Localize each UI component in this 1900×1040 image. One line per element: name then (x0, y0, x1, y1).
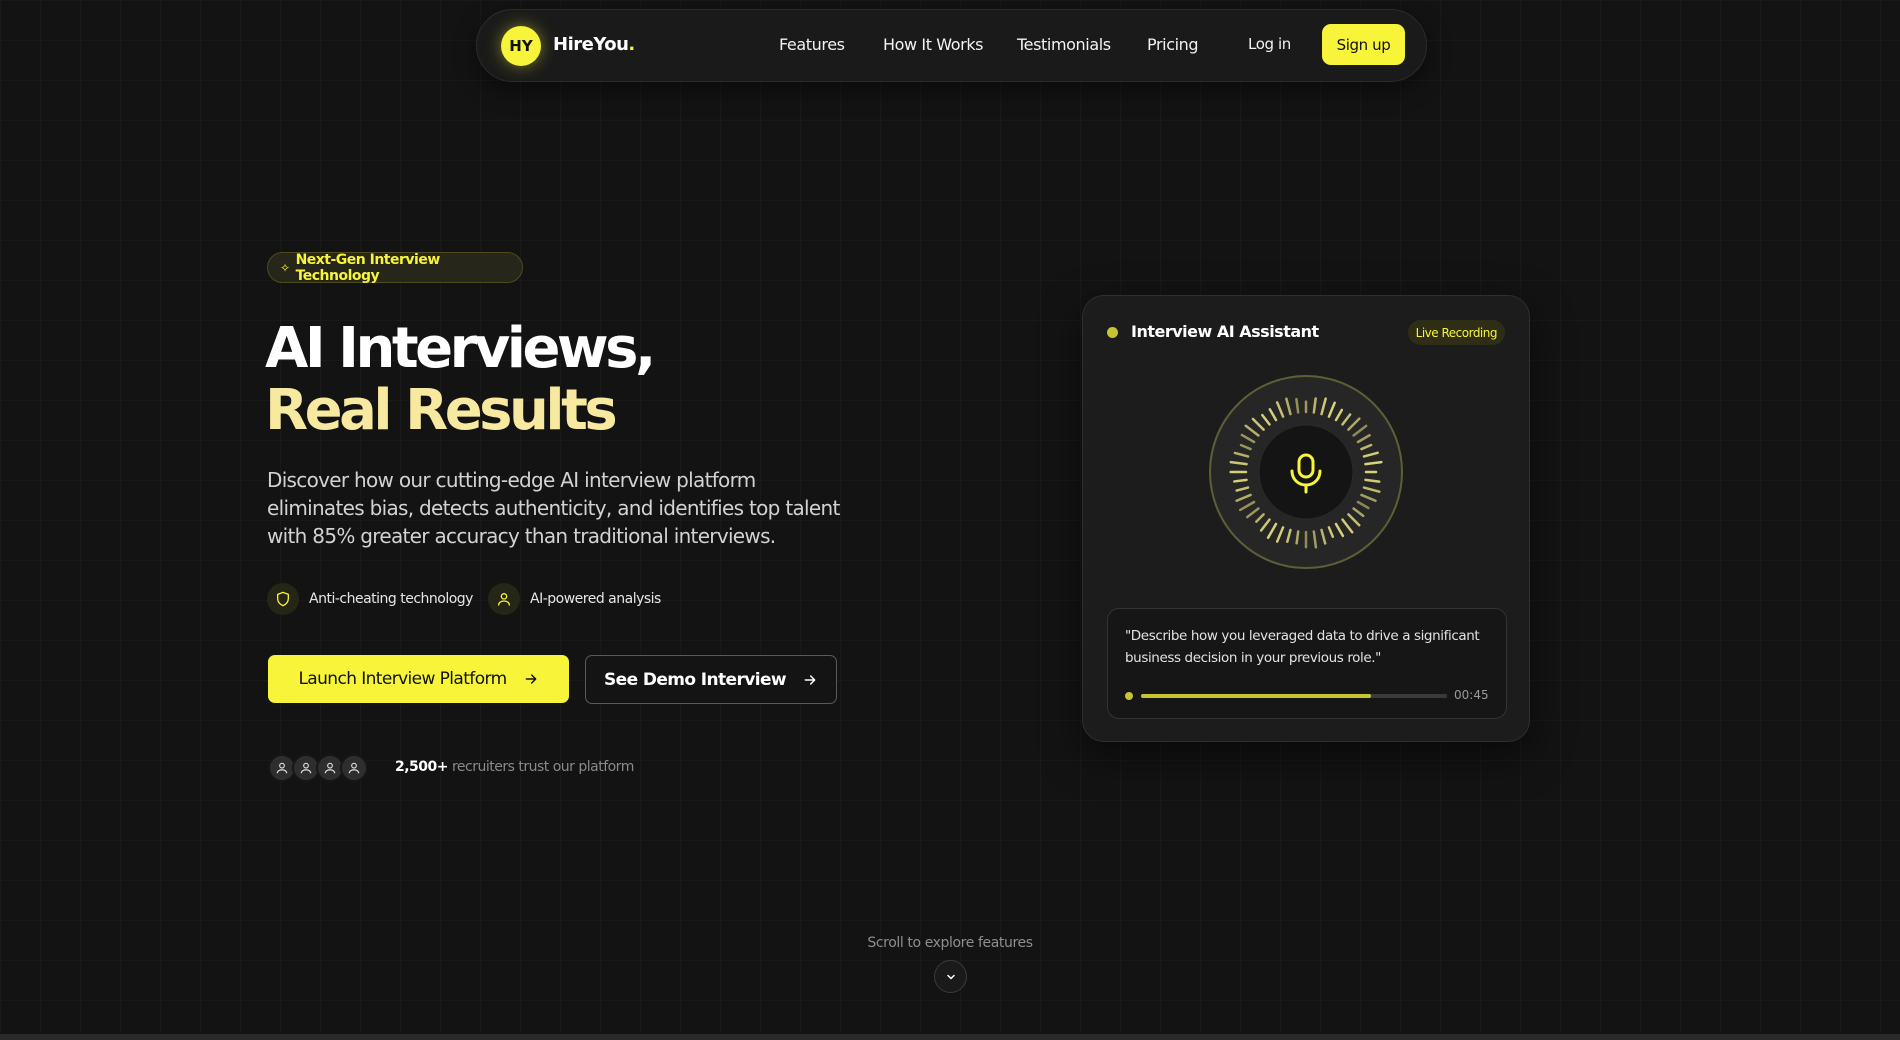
voice-visualizer[interactable] (1208, 374, 1404, 570)
timer: 00:45 (1454, 688, 1489, 702)
hero-title: AI Interviews, Real Results (265, 316, 656, 443)
feature-anti-cheating-label: Anti-cheating technology (309, 591, 473, 607)
live-recording-badge: Live Recording (1407, 320, 1505, 345)
trust-count: 2,500+ (395, 759, 449, 775)
progress-bar[interactable] (1141, 694, 1447, 698)
launch-platform-button[interactable]: Launch Interview Platform (268, 655, 569, 703)
waveform-tick (1295, 530, 1300, 545)
avatar (340, 754, 368, 782)
signup-button[interactable]: Sign up (1322, 24, 1405, 65)
avatar-stack (268, 754, 368, 782)
nav-link-pricing[interactable]: Pricing (1147, 35, 1199, 54)
see-demo-button[interactable]: See Demo Interview (585, 655, 837, 704)
hero-title-line2: Real Results (265, 378, 618, 443)
trust-label: recruiters trust our platform (451, 759, 634, 775)
sparkle-icon: ✧ (280, 260, 290, 275)
hero-badge: ✧ Next-Gen Interview Technology (267, 251, 523, 284)
waveform-tick (1295, 397, 1300, 414)
hero-title-line1: AI Interviews, (265, 316, 656, 381)
progress-dot (1125, 692, 1133, 700)
arrow-right-icon (525, 674, 536, 684)
section-divider (0, 1034, 1900, 1040)
top-nav: HY HireYou. Features How It Works Testim… (476, 9, 1427, 82)
waveform-tick (1233, 478, 1248, 483)
feature-ai-analysis-label: AI-powered analysis (530, 591, 661, 607)
progress-fill (1141, 694, 1371, 698)
recording-dot (1107, 327, 1118, 338)
nav-link-testimonials[interactable]: Testimonials (1017, 35, 1111, 54)
login-link[interactable]: Log in (1248, 35, 1291, 53)
see-demo-label: See Demo Interview (604, 669, 787, 690)
hero-description: Discover how our cutting-edge AI intervi… (267, 468, 840, 548)
scroll-down-button[interactable] (934, 960, 967, 993)
arrow-right-icon (804, 674, 816, 685)
question-box: "Describe how you leveraged data to driv… (1107, 608, 1507, 719)
card-title: Interview AI Assistant (1131, 322, 1319, 341)
shield-icon (267, 583, 299, 615)
feature-ai-analysis: AI-powered analysis (488, 583, 661, 615)
interview-card: Interview AI Assistant Live Recording "D… (1082, 295, 1530, 742)
user-icon (488, 583, 520, 615)
nav-link-features[interactable]: Features (779, 35, 845, 54)
hero-badge-label: Next-Gen Interview Technology (295, 251, 441, 284)
logo-name[interactable]: HireYou. (553, 34, 635, 55)
nav-link-how-it-works[interactable]: How It Works (883, 35, 984, 54)
chevron-down-icon (946, 974, 955, 979)
scroll-hint: Scroll to explore features (867, 935, 1033, 951)
interview-question: "Describe how you leveraged data to driv… (1125, 628, 1480, 666)
launch-platform-label: Launch Interview Platform (298, 669, 507, 689)
trust-text: 2,500+ recruiters trust our platform (395, 759, 634, 775)
feature-anti-cheating: Anti-cheating technology (267, 583, 473, 615)
logo-badge[interactable]: HY (501, 26, 541, 66)
